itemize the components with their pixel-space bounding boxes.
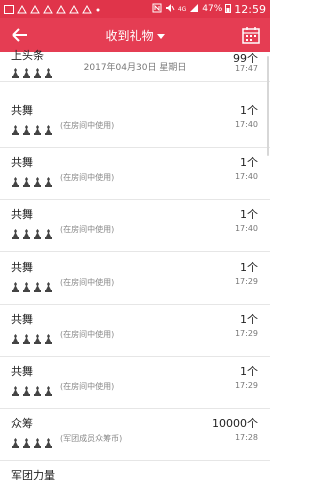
gift-count: 1个 xyxy=(240,104,258,117)
chess-piece-icon xyxy=(11,433,20,448)
signal-icon xyxy=(189,3,199,16)
chess-piece-icon xyxy=(44,224,53,239)
list-item[interactable]: 共舞 1个 (在房间中使用) 17:29 xyxy=(0,305,270,357)
calendar-icon xyxy=(242,27,260,44)
chess-piece-icon xyxy=(44,381,53,396)
gift-name: 共舞 xyxy=(11,104,33,117)
gift-note: (军团成员众筹币) xyxy=(60,434,123,443)
notification-icon xyxy=(17,4,27,14)
list-item[interactable]: 众筹 10000个 (军团成员众筹币) 17:28 xyxy=(0,409,270,461)
nfc-icon xyxy=(152,3,162,16)
gift-icons xyxy=(11,433,53,448)
notification-icon xyxy=(30,4,40,14)
list-item[interactable]: 共舞 1个 (在房间中使用) 17:40 xyxy=(0,200,270,252)
gift-icons xyxy=(11,224,53,239)
gift-count: 1个 xyxy=(240,313,258,326)
gift-name: 共舞 xyxy=(11,156,33,169)
chess-piece-icon xyxy=(22,277,31,292)
chess-piece-icon xyxy=(33,433,42,448)
gift-icons xyxy=(11,120,53,135)
chess-piece-icon xyxy=(44,172,53,187)
gift-time: 17:29 xyxy=(234,277,258,286)
chess-piece-icon xyxy=(33,381,42,396)
chess-piece-icon xyxy=(44,329,53,344)
list-item[interactable]: 共舞 1个 (在房间中使用) 17:29 xyxy=(0,253,270,305)
list-item[interactable]: 军团力量 xyxy=(0,461,270,480)
gift-count: 1个 xyxy=(240,365,258,378)
chess-piece-icon xyxy=(11,120,20,135)
network-type: 4G xyxy=(177,5,187,13)
chess-piece-icon xyxy=(22,329,31,344)
notification-icon xyxy=(4,4,14,14)
scrollbar[interactable] xyxy=(267,56,269,156)
gift-name: 共舞 xyxy=(11,208,33,221)
gift-note: (在房间中使用) xyxy=(60,278,115,287)
chess-piece-icon xyxy=(33,329,42,344)
chess-piece-icon xyxy=(11,224,20,239)
chess-piece-icon xyxy=(11,329,20,344)
gift-note: (在房间中使用) xyxy=(60,173,115,182)
notification-icon xyxy=(43,4,53,14)
dropdown-caret-icon xyxy=(156,33,165,39)
gift-icons xyxy=(11,329,53,344)
page-title: 收到礼物 xyxy=(105,28,154,43)
gift-note: (在房间中使用) xyxy=(60,121,115,130)
chess-piece-icon xyxy=(22,433,31,448)
battery-icon xyxy=(225,3,232,16)
gift-name: 军团力量 xyxy=(11,469,55,480)
gift-name: 共舞 xyxy=(11,261,33,274)
gift-note: (在房间中使用) xyxy=(60,330,115,339)
calendar-button[interactable] xyxy=(242,26,260,44)
chess-piece-icon xyxy=(11,277,20,292)
gift-name: 共舞 xyxy=(11,365,33,378)
more-notifications-icon xyxy=(95,5,101,14)
notification-icon xyxy=(69,4,79,14)
gift-note: (在房间中使用) xyxy=(60,225,115,234)
gift-time: 17:29 xyxy=(234,329,258,338)
chess-piece-icon xyxy=(22,224,31,239)
chess-piece-icon xyxy=(11,172,20,187)
chess-piece-icon xyxy=(11,381,20,396)
gift-icons xyxy=(11,277,53,292)
date-banner: 2017年04月30日 星期日 xyxy=(83,63,187,73)
gift-icons xyxy=(11,172,53,187)
chess-piece-icon xyxy=(33,277,42,292)
chess-piece-icon xyxy=(22,381,31,396)
list-item[interactable]: 共舞 1个 (在房间中使用) 17:29 xyxy=(0,357,270,409)
chess-piece-icon xyxy=(33,224,42,239)
gift-count: 1个 xyxy=(240,261,258,274)
list-item[interactable]: 共舞 1个 (在房间中使用) 17:40 xyxy=(0,148,270,200)
gift-note: (在房间中使用) xyxy=(60,382,115,391)
notification-icon xyxy=(56,4,66,14)
gift-name: 众筹 xyxy=(11,417,33,430)
chess-piece-icon xyxy=(33,172,42,187)
gift-time: 17:28 xyxy=(234,433,258,442)
chess-piece-icon xyxy=(22,172,31,187)
gift-count: 1个 xyxy=(240,208,258,221)
status-bar: 4G 47% 12:59 xyxy=(0,0,270,18)
chess-piece-icon xyxy=(33,120,42,135)
chess-piece-icon xyxy=(44,277,53,292)
chess-piece-icon xyxy=(44,120,53,135)
list-item[interactable]: 共舞 1个 (在房间中使用) 17:40 xyxy=(0,96,270,148)
gift-time: 17:40 xyxy=(234,172,258,181)
gift-count: 10000个 xyxy=(212,417,258,430)
battery-level: 47% xyxy=(202,4,223,14)
clock: 12:59 xyxy=(234,2,266,16)
gift-time: 17:40 xyxy=(234,224,258,233)
status-icons-left xyxy=(4,4,101,14)
status-icons-right: 4G 47% 12:59 xyxy=(152,3,266,16)
gift-icons xyxy=(11,381,53,396)
gift-time: 17:29 xyxy=(234,381,258,390)
chess-piece-icon xyxy=(22,120,31,135)
mute-icon xyxy=(165,3,175,16)
gift-count: 1个 xyxy=(240,156,258,169)
gift-time: 17:40 xyxy=(234,120,258,129)
gift-name: 共舞 xyxy=(11,313,33,326)
notification-icon xyxy=(82,4,92,14)
chess-piece-icon xyxy=(44,433,53,448)
